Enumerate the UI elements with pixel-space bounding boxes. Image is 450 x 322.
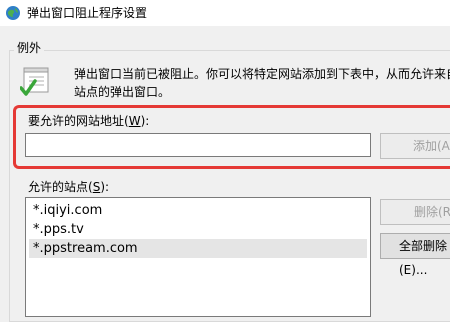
globe-shield-icon <box>5 5 21 21</box>
list-item[interactable]: *.pps.tv <box>29 220 367 239</box>
list-item[interactable]: *.ppstream.com <box>29 239 367 258</box>
allowed-sites-label: 允许的站点(S): <box>28 180 110 194</box>
remove-button[interactable]: 删除(R) <box>380 199 450 225</box>
exceptions-description: 弹出窗口当前已被阻止。你可以将特定网站添加到下表中，从而允许来自 站点的弹出窗口… <box>74 65 450 101</box>
add-button[interactable]: 添加(A) <box>380 133 450 159</box>
list-item[interactable]: *.iqiyi.com <box>29 201 367 220</box>
allowed-sites-list[interactable]: *.iqiyi.com *.pps.tv *.ppstream.com <box>25 197 371 317</box>
title-bar: 弹出窗口阻止程序设置 <box>0 0 450 26</box>
description-line-1: 弹出窗口当前已被阻止。你可以将特定网站添加到下表中，从而允许来自 <box>74 67 450 81</box>
website-address-input[interactable] <box>25 133 371 157</box>
address-label: 要允许的网站地址(W): <box>28 114 150 128</box>
exceptions-group-label: 例外 <box>14 40 45 56</box>
description-line-2: 站点的弹出窗口。 <box>74 85 171 99</box>
window-title: 弹出窗口阻止程序设置 <box>27 6 148 20</box>
checklist-icon <box>19 66 50 100</box>
remove-all-button[interactable]: 全部删除(E)... <box>380 233 450 277</box>
